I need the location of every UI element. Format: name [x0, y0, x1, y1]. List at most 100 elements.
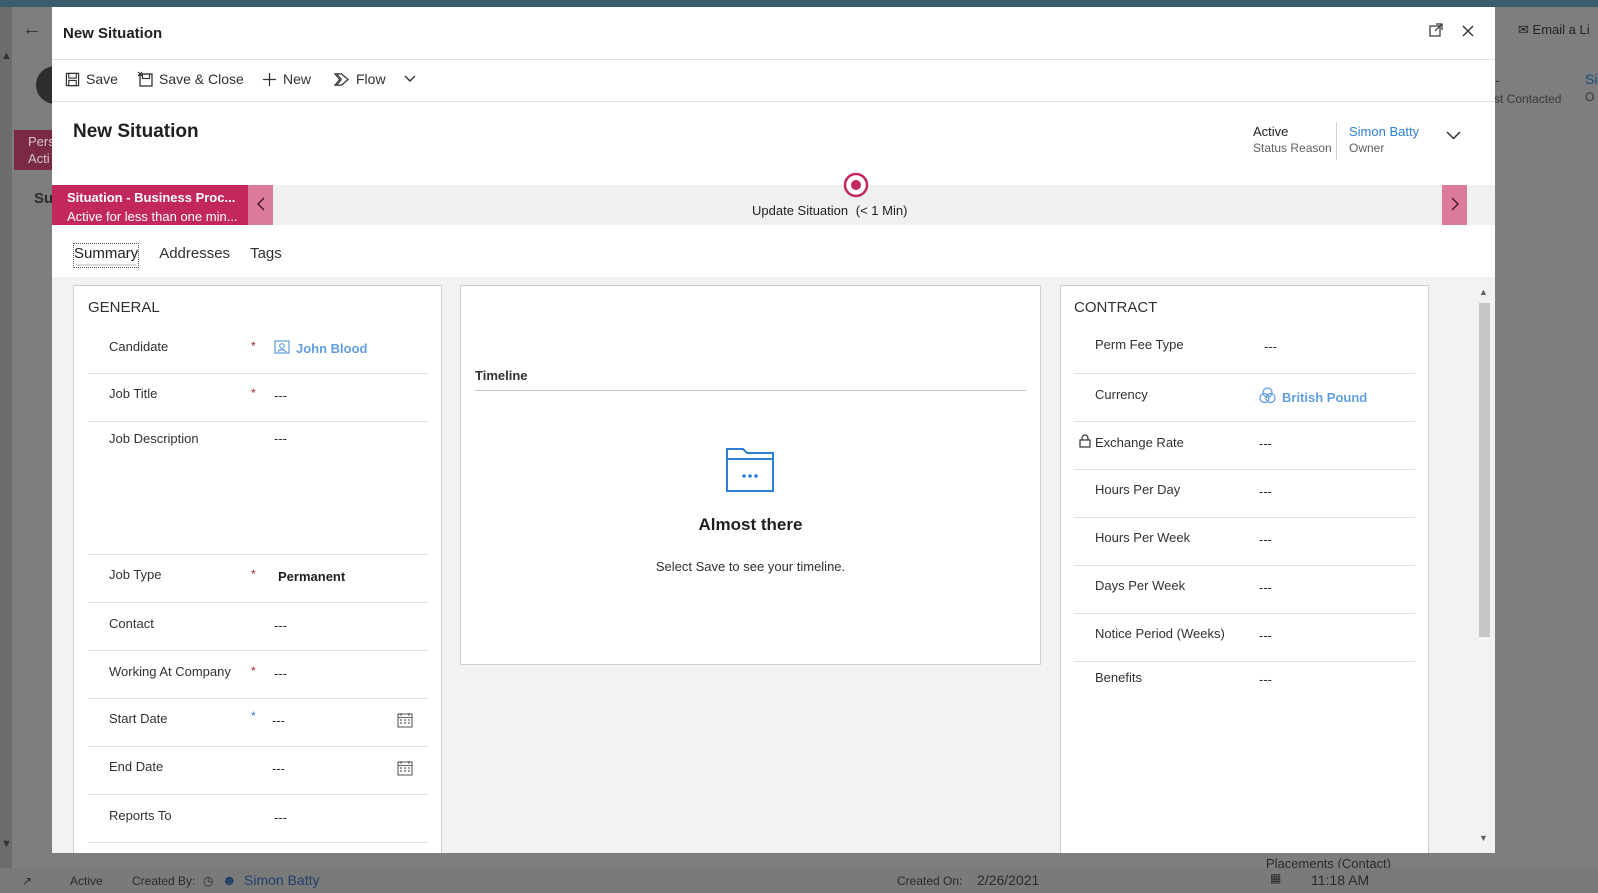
job-description-input[interactable]: ---	[274, 431, 287, 446]
quick-create-dialog: New Situation Save Save & Close New Flow…	[52, 7, 1495, 853]
save-and-close-button[interactable]: Save & Close	[137, 71, 244, 87]
start-date-input[interactable]: ---	[272, 713, 285, 728]
start-date-row: Start Date * ---	[88, 699, 428, 747]
flow-icon	[333, 72, 350, 87]
form-scrollbar-thumb[interactable]	[1479, 303, 1490, 637]
active-stage[interactable]: Update Situation (< 1 Min)	[752, 203, 907, 218]
hours-per-week-row: Hours Per Week ---	[1074, 518, 1415, 566]
expand-icon[interactable]	[1426, 23, 1446, 43]
tab-tags[interactable]: Tags	[250, 243, 282, 268]
exchange-rate-row: Exchange Rate ---	[1074, 422, 1415, 470]
hours-per-day-input[interactable]: ---	[1259, 484, 1272, 499]
job-title-input[interactable]: ---	[274, 388, 287, 403]
candidate-label: Candidate	[109, 339, 169, 354]
save-icon	[65, 72, 80, 87]
save-button[interactable]: Save	[65, 71, 118, 87]
contact-label: Contact	[109, 616, 154, 631]
process-duration: Active for less than one min...	[67, 209, 238, 224]
days-per-week-label: Days Per Week	[1095, 578, 1186, 593]
popout-icon: ↗	[22, 874, 33, 888]
candidate-value: John Blood	[296, 341, 368, 356]
job-description-row: Job Description ---	[88, 422, 428, 555]
exchange-rate-label-wrap: Exchange Rate	[1079, 434, 1184, 451]
host-record-badge-line1: Pers	[28, 134, 55, 149]
tab-summary[interactable]: Summary	[73, 243, 140, 268]
job-type-select[interactable]: Permanent	[278, 569, 345, 584]
host-header-field: Si O	[1585, 70, 1597, 106]
created-on-value: 2/26/2021	[977, 872, 1040, 888]
notice-period-input[interactable]: ---	[1259, 628, 1272, 643]
host-last-contacted-label: st Contacted	[1494, 92, 1562, 106]
flow-label: Flow	[356, 71, 386, 87]
timeline-message: Select Save to see your timeline.	[655, 559, 846, 574]
contract-section-title: CONTRACT	[1074, 299, 1158, 316]
new-label: New	[283, 71, 312, 87]
working-at-company-lookup[interactable]: ---	[274, 666, 287, 681]
created-by-label: Created By:	[132, 874, 196, 888]
business-process-bar: Situation - Business Proc... Active for …	[52, 172, 1495, 225]
working-at-company-label: Working At Company	[109, 664, 231, 679]
contact-lookup[interactable]: ---	[274, 618, 287, 633]
close-icon[interactable]	[1458, 23, 1478, 43]
calendar-icon[interactable]	[397, 712, 413, 731]
perm-fee-type-select[interactable]: ---	[1264, 339, 1277, 354]
scroll-down-icon[interactable]: ▼	[1479, 833, 1488, 843]
recommended-marker: *	[251, 709, 256, 723]
required-marker: *	[251, 567, 256, 581]
job-description-label: Job Description	[109, 431, 199, 446]
job-title-label: Job Title	[109, 386, 158, 401]
back-arrow-icon: ←	[22, 18, 42, 40]
folder-icon	[725, 444, 775, 497]
form-body: GENERAL Candidate * John Blood Job Title…	[52, 277, 1495, 853]
header-divider	[1336, 122, 1337, 160]
process-flyout[interactable]: Situation - Business Proc... Active for …	[52, 185, 248, 225]
command-bar: Save Save & Close New Flow	[52, 60, 1495, 102]
owner-link[interactable]: Simon Batty	[1349, 124, 1419, 140]
header-expand-chevron-icon[interactable]	[1446, 128, 1461, 144]
hours-per-week-label: Hours Per Week	[1095, 530, 1191, 545]
tab-addresses[interactable]: Addresses	[159, 243, 230, 268]
owner-label: Owner	[1349, 141, 1385, 155]
benefits-input[interactable]: ---	[1259, 672, 1272, 687]
created-by-link: Simon Batty	[244, 872, 320, 888]
candidate-lookup[interactable]: John Blood	[274, 339, 368, 358]
chevron-left-icon	[256, 197, 265, 214]
currency-lookup[interactable]: British Pound	[1259, 387, 1367, 407]
required-marker: *	[251, 339, 256, 353]
process-name: Situation - Business Proc...	[67, 190, 236, 205]
calendar-icon[interactable]	[397, 760, 413, 779]
next-stage-button[interactable]	[1442, 185, 1467, 225]
job-title-row: Job Title * ---	[88, 374, 428, 422]
notice-period-row: Notice Period (Weeks) ---	[1074, 614, 1415, 662]
timeline-divider	[475, 390, 1026, 391]
host-tab-summary: Su	[34, 190, 54, 207]
host-dash: -	[1495, 72, 1500, 88]
host-scrollbar	[0, 7, 12, 893]
job-type-row: Job Type * Permanent	[88, 555, 428, 603]
hours-per-day-row: Hours Per Day ---	[1074, 470, 1415, 518]
hours-per-week-input[interactable]: ---	[1259, 532, 1272, 547]
app-top-bar	[0, 0, 1598, 7]
user-icon: ☻	[222, 872, 237, 888]
host-header-field-value: Si	[1585, 71, 1598, 87]
end-date-input[interactable]: ---	[272, 761, 285, 776]
status-text: Active	[70, 874, 103, 888]
new-button[interactable]: New	[262, 71, 311, 87]
chevron-down-icon[interactable]	[404, 75, 416, 83]
end-date-label: End Date	[109, 759, 164, 774]
timeline-title: Timeline	[475, 368, 528, 383]
start-date-label: Start Date	[109, 711, 168, 726]
host-record-badge: Pers Acti	[14, 130, 55, 170]
notice-period-label: Notice Period (Weeks)	[1095, 626, 1225, 641]
status-reason-label: Status Reason	[1253, 141, 1332, 155]
active-stage-name: Update Situation	[752, 203, 849, 218]
days-per-week-input[interactable]: ---	[1259, 580, 1272, 595]
scroll-up-icon[interactable]: ▲	[1479, 287, 1488, 297]
end-date-row: End Date ---	[88, 747, 428, 795]
dialog-title: New Situation	[63, 25, 163, 42]
hours-per-day-label: Hours Per Day	[1095, 482, 1181, 497]
timeline-section: Timeline Almost there Select Save to see…	[460, 285, 1041, 665]
previous-stage-button[interactable]	[248, 185, 273, 225]
flow-button[interactable]: Flow	[333, 71, 416, 87]
reports-to-lookup[interactable]: ---	[274, 810, 287, 825]
